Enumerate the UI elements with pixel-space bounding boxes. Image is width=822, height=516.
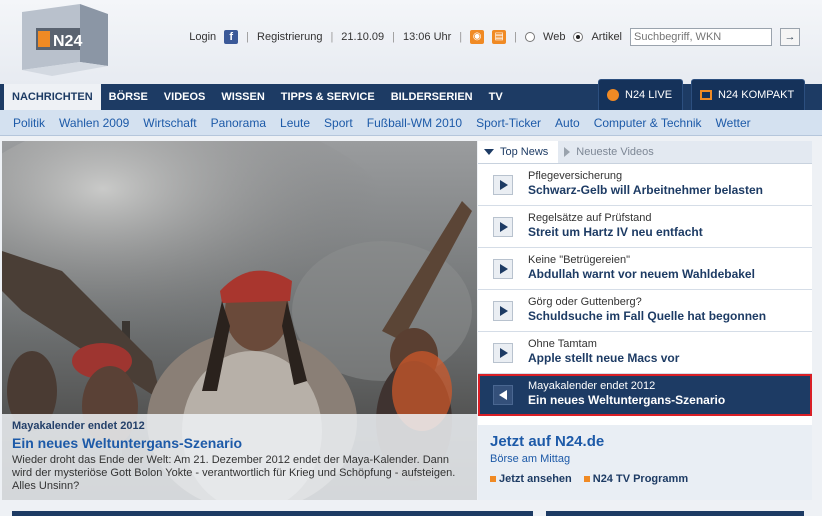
divider: | xyxy=(514,31,518,43)
current-date: 21.10.09 xyxy=(341,31,385,43)
subnav-panorama[interactable]: Panorama xyxy=(204,110,273,136)
n24-logo[interactable]: N24 xyxy=(22,4,108,76)
news-title[interactable]: Schuldsuche im Fall Quelle hat begonnen xyxy=(528,309,766,323)
triangle-down-icon xyxy=(484,149,494,155)
divider: | xyxy=(392,31,395,43)
nav-nachrichten[interactable]: NACHRICHTEN xyxy=(4,84,101,110)
subnav-sport[interactable]: Sport xyxy=(317,110,360,136)
kompakt-icon xyxy=(700,90,712,100)
n24-kompakt-label: N24 KOMPAKT xyxy=(718,89,795,101)
news-item[interactable]: Pflegeversicherung Schwarz-Gelb will Arb… xyxy=(478,164,812,206)
subnav-sport-ticker[interactable]: Sport-Ticker xyxy=(469,110,548,136)
logo-text: N24 xyxy=(53,33,82,50)
section-bar xyxy=(546,511,804,516)
tv-box-title[interactable]: Jetzt auf N24.de xyxy=(490,433,800,450)
sub-navigation: Politik Wahlen 2009 Wirtschaft Panorama … xyxy=(0,110,822,136)
hero-teaser[interactable]: Mayakalender endet 2012 Ein neues Weltun… xyxy=(2,141,477,500)
tab-top-news[interactable]: Top News xyxy=(478,141,559,163)
subnav-wetter[interactable]: Wetter xyxy=(709,110,758,136)
play-active-icon[interactable] xyxy=(493,385,513,405)
nav-boerse[interactable]: BÖRSE xyxy=(101,84,156,110)
tv-now-box: Jetzt auf N24.de Börse am Mittag Jetzt a… xyxy=(478,425,812,500)
rss-icon[interactable]: ◉ xyxy=(470,30,485,44)
news-title[interactable]: Schwarz-Gelb will Arbeitnehmer belasten xyxy=(528,183,763,197)
search-artikel-label: Artikel xyxy=(591,31,622,43)
subnav-politik[interactable]: Politik xyxy=(6,110,52,136)
subnav-computer-technik[interactable]: Computer & Technik xyxy=(587,110,709,136)
tv-program-label: N24 TV Programm xyxy=(592,473,689,485)
search-artikel-radio[interactable] xyxy=(573,32,584,42)
tv-links: Jetzt ansehen N24 TV Programm xyxy=(490,473,800,485)
login-link[interactable]: Login xyxy=(189,31,216,43)
news-item[interactable]: Keine "Betrügereien" Abdullah warnt vor … xyxy=(478,248,812,290)
hero-caption: Mayakalender endet 2012 Ein neues Weltun… xyxy=(2,414,477,500)
news-kicker: Görg oder Guttenberg? xyxy=(528,296,642,308)
podcast-icon[interactable]: ▤ xyxy=(492,30,507,44)
news-title[interactable]: Abdullah warnt vor neuem Wahldebakel xyxy=(528,267,755,281)
watch-now-label: Jetzt ansehen xyxy=(499,473,572,485)
divider: | xyxy=(459,31,463,43)
tv-box-subtitle: Börse am Mittag xyxy=(490,453,571,465)
n24-kompakt-button[interactable]: N24 KOMPAKT xyxy=(691,79,806,110)
search-web-radio[interactable] xyxy=(525,32,536,42)
nav-tv[interactable]: TV xyxy=(481,84,511,110)
nav-bilderserien[interactable]: BILDERSERIEN xyxy=(383,84,481,110)
bullet-icon xyxy=(490,476,496,482)
play-icon[interactable] xyxy=(493,301,513,321)
watch-now-link[interactable]: Jetzt ansehen xyxy=(490,473,572,485)
play-icon[interactable] xyxy=(493,175,513,195)
triangle-right-icon xyxy=(564,147,571,157)
nav-tipps-service[interactable]: TIPPS & SERVICE xyxy=(273,84,383,110)
n24-live-button[interactable]: N24 LIVE xyxy=(598,79,684,110)
n24-live-label: N24 LIVE xyxy=(625,89,673,101)
news-kicker: Regelsätze auf Prüfstand xyxy=(528,212,652,224)
search-web-label: Web xyxy=(543,31,566,43)
tab-neueste-videos[interactable]: Neueste Videos xyxy=(558,141,663,163)
hero-text: Wieder droht das Ende der Welt: Am 21. D… xyxy=(12,454,456,492)
news-item[interactable]: Görg oder Guttenberg? Schuldsuche im Fal… xyxy=(478,290,812,332)
search-submit-button[interactable]: → xyxy=(780,28,800,46)
news-item[interactable]: Regelsätze auf Prüfstand Streit um Hartz… xyxy=(478,206,812,248)
panel-tabs: Top News Neueste Videos xyxy=(478,141,812,164)
news-kicker: Ohne Tamtam xyxy=(528,338,597,350)
subnav-wahlen-2009[interactable]: Wahlen 2009 xyxy=(52,110,136,136)
divider: | xyxy=(330,31,334,43)
facebook-icon[interactable]: f xyxy=(224,30,239,44)
news-kicker: Mayakalender endet 2012 xyxy=(528,380,656,392)
subnav-leute[interactable]: Leute xyxy=(273,110,317,136)
search-input[interactable] xyxy=(630,28,772,46)
bullet-icon xyxy=(583,476,590,482)
site-header: N24 Login f | Registrierung | 21.10.09 |… xyxy=(0,0,822,84)
subnav-auto[interactable]: Auto xyxy=(548,110,587,136)
news-kicker: Pflegeversicherung xyxy=(528,170,623,182)
nav-wissen[interactable]: WISSEN xyxy=(213,84,272,110)
section-bar xyxy=(12,511,533,516)
tab-neueste-videos-label: Neueste Videos xyxy=(576,145,654,158)
play-icon[interactable] xyxy=(493,217,513,237)
subnav-fussball-wm[interactable]: Fußball-WM 2010 xyxy=(360,110,469,136)
live-icon xyxy=(607,89,619,101)
divider: | xyxy=(246,31,250,43)
news-title[interactable]: Ein neues Weltuntergans-Szenario xyxy=(528,393,725,407)
hero-title-link[interactable]: Ein neues Weltuntergans-Szenario xyxy=(12,435,467,451)
play-icon[interactable] xyxy=(493,259,513,279)
news-title[interactable]: Apple stellt neue Macs vor xyxy=(528,351,679,365)
news-kicker: Keine "Betrügereien" xyxy=(528,254,630,266)
tv-program-link[interactable]: N24 TV Programm xyxy=(583,473,689,485)
register-link[interactable]: Registrierung xyxy=(257,31,322,43)
hero-kicker: Mayakalender endet 2012 xyxy=(12,420,145,432)
nav-videos[interactable]: VIDEOS xyxy=(156,84,214,110)
subnav-wirtschaft[interactable]: Wirtschaft xyxy=(136,110,203,136)
top-news-panel: Top News Neueste Videos Pflegeversicheru… xyxy=(478,141,812,425)
current-time: 13:06 Uhr xyxy=(402,31,452,43)
header-utility-bar: Login f | Registrierung | 21.10.09 | 13:… xyxy=(189,28,800,46)
news-item-active[interactable]: Mayakalender endet 2012 Ein neues Weltun… xyxy=(478,374,812,416)
play-icon[interactable] xyxy=(493,343,513,363)
news-item[interactable]: Ohne Tamtam Apple stellt neue Macs vor xyxy=(478,332,812,374)
tab-top-news-label: Top News xyxy=(500,145,549,158)
news-title[interactable]: Streit um Hartz IV neu entfacht xyxy=(528,225,703,239)
